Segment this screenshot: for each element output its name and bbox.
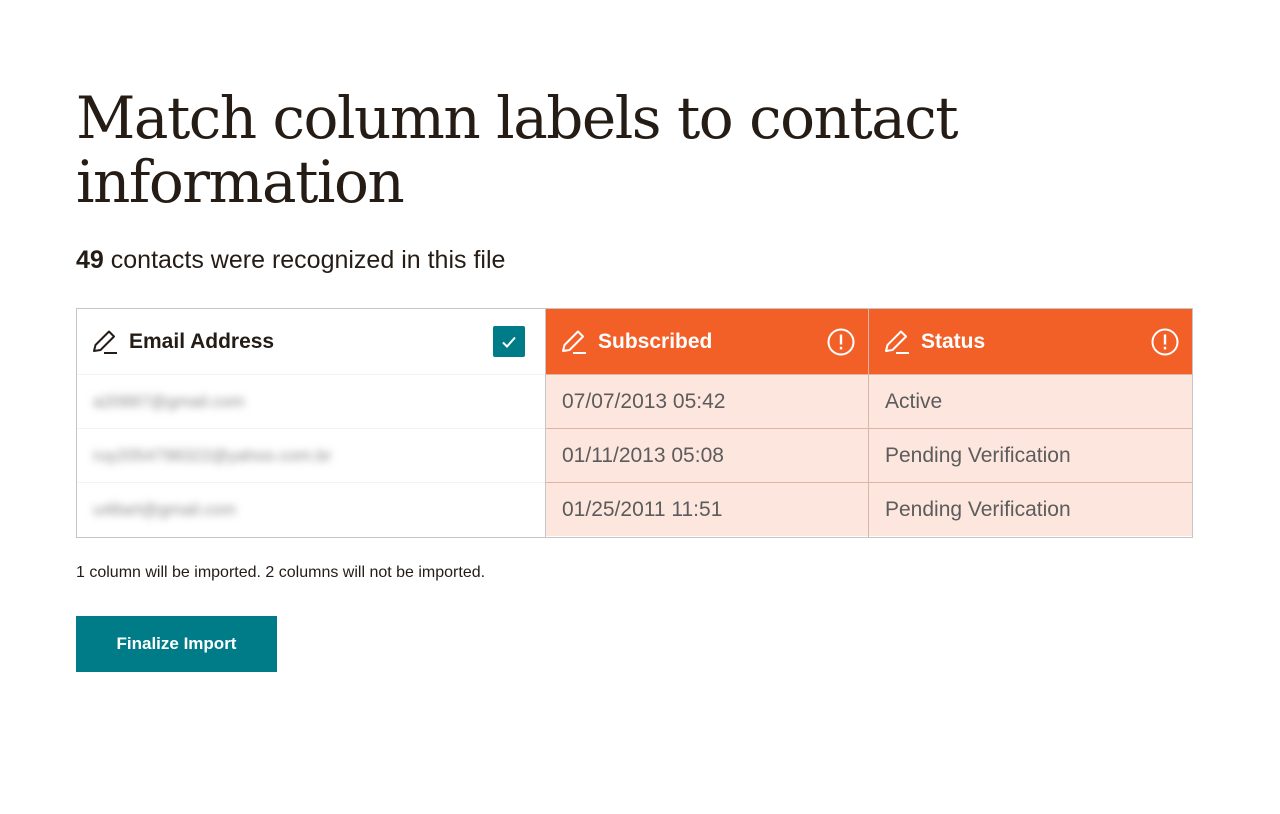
column-header-label: Status bbox=[921, 329, 986, 353]
column-subscribed: Subscribed 07/07/2013 05:42 01/11/2013 0… bbox=[546, 309, 869, 537]
table-cell-email: ruy2054798322@yahoo.com.br bbox=[77, 428, 545, 482]
table-cell-email: a20887@gmail.com bbox=[77, 374, 545, 428]
pencil-icon[interactable] bbox=[881, 327, 911, 357]
warning-icon bbox=[1151, 328, 1179, 355]
checkmark-icon bbox=[502, 336, 516, 348]
import-summary-note: 1 column will be imported. 2 columns wil… bbox=[76, 564, 486, 581]
column-header-label: Email Address bbox=[129, 329, 275, 353]
contacts-recognized-text: 49 contacts were recognized in this file bbox=[76, 244, 505, 276]
table-cell-status: Pending Verification bbox=[869, 482, 1192, 536]
page-title: Match column labels to contact informati… bbox=[76, 84, 959, 216]
column-header-status[interactable]: Status bbox=[869, 309, 1192, 374]
column-status: Status Active Pending Verification Pendi… bbox=[869, 309, 1192, 537]
table-cell-status: Pending Verification bbox=[869, 428, 1192, 482]
table-cell-subscribed: 01/11/2013 05:08 bbox=[546, 428, 868, 482]
warning-icon bbox=[827, 328, 855, 355]
table-cell-subscribed: 07/07/2013 05:42 bbox=[546, 374, 868, 428]
finalize-import-button[interactable]: Finalize Import bbox=[76, 616, 277, 672]
contacts-recognized-label: contacts were recognized in this file bbox=[103, 246, 506, 274]
pencil-icon[interactable] bbox=[89, 327, 119, 357]
table-cell-email: u48art@gmail.com bbox=[77, 482, 545, 536]
contacts-count: 49 bbox=[76, 246, 104, 274]
table-cell-subscribed: 01/25/2011 11:51 bbox=[546, 482, 868, 536]
pencil-icon[interactable] bbox=[558, 327, 588, 357]
table-cell-status: Active bbox=[869, 374, 1192, 428]
column-mapping-table: Email Address a20887@gmail.com ruy205479… bbox=[76, 308, 1193, 538]
column-header-subscribed[interactable]: Subscribed bbox=[546, 309, 868, 374]
column-email-address: Email Address a20887@gmail.com ruy205479… bbox=[77, 309, 546, 537]
column-include-checkbox[interactable] bbox=[493, 326, 525, 357]
column-header-label: Subscribed bbox=[598, 329, 713, 353]
column-header-email-address[interactable]: Email Address bbox=[77, 309, 545, 374]
